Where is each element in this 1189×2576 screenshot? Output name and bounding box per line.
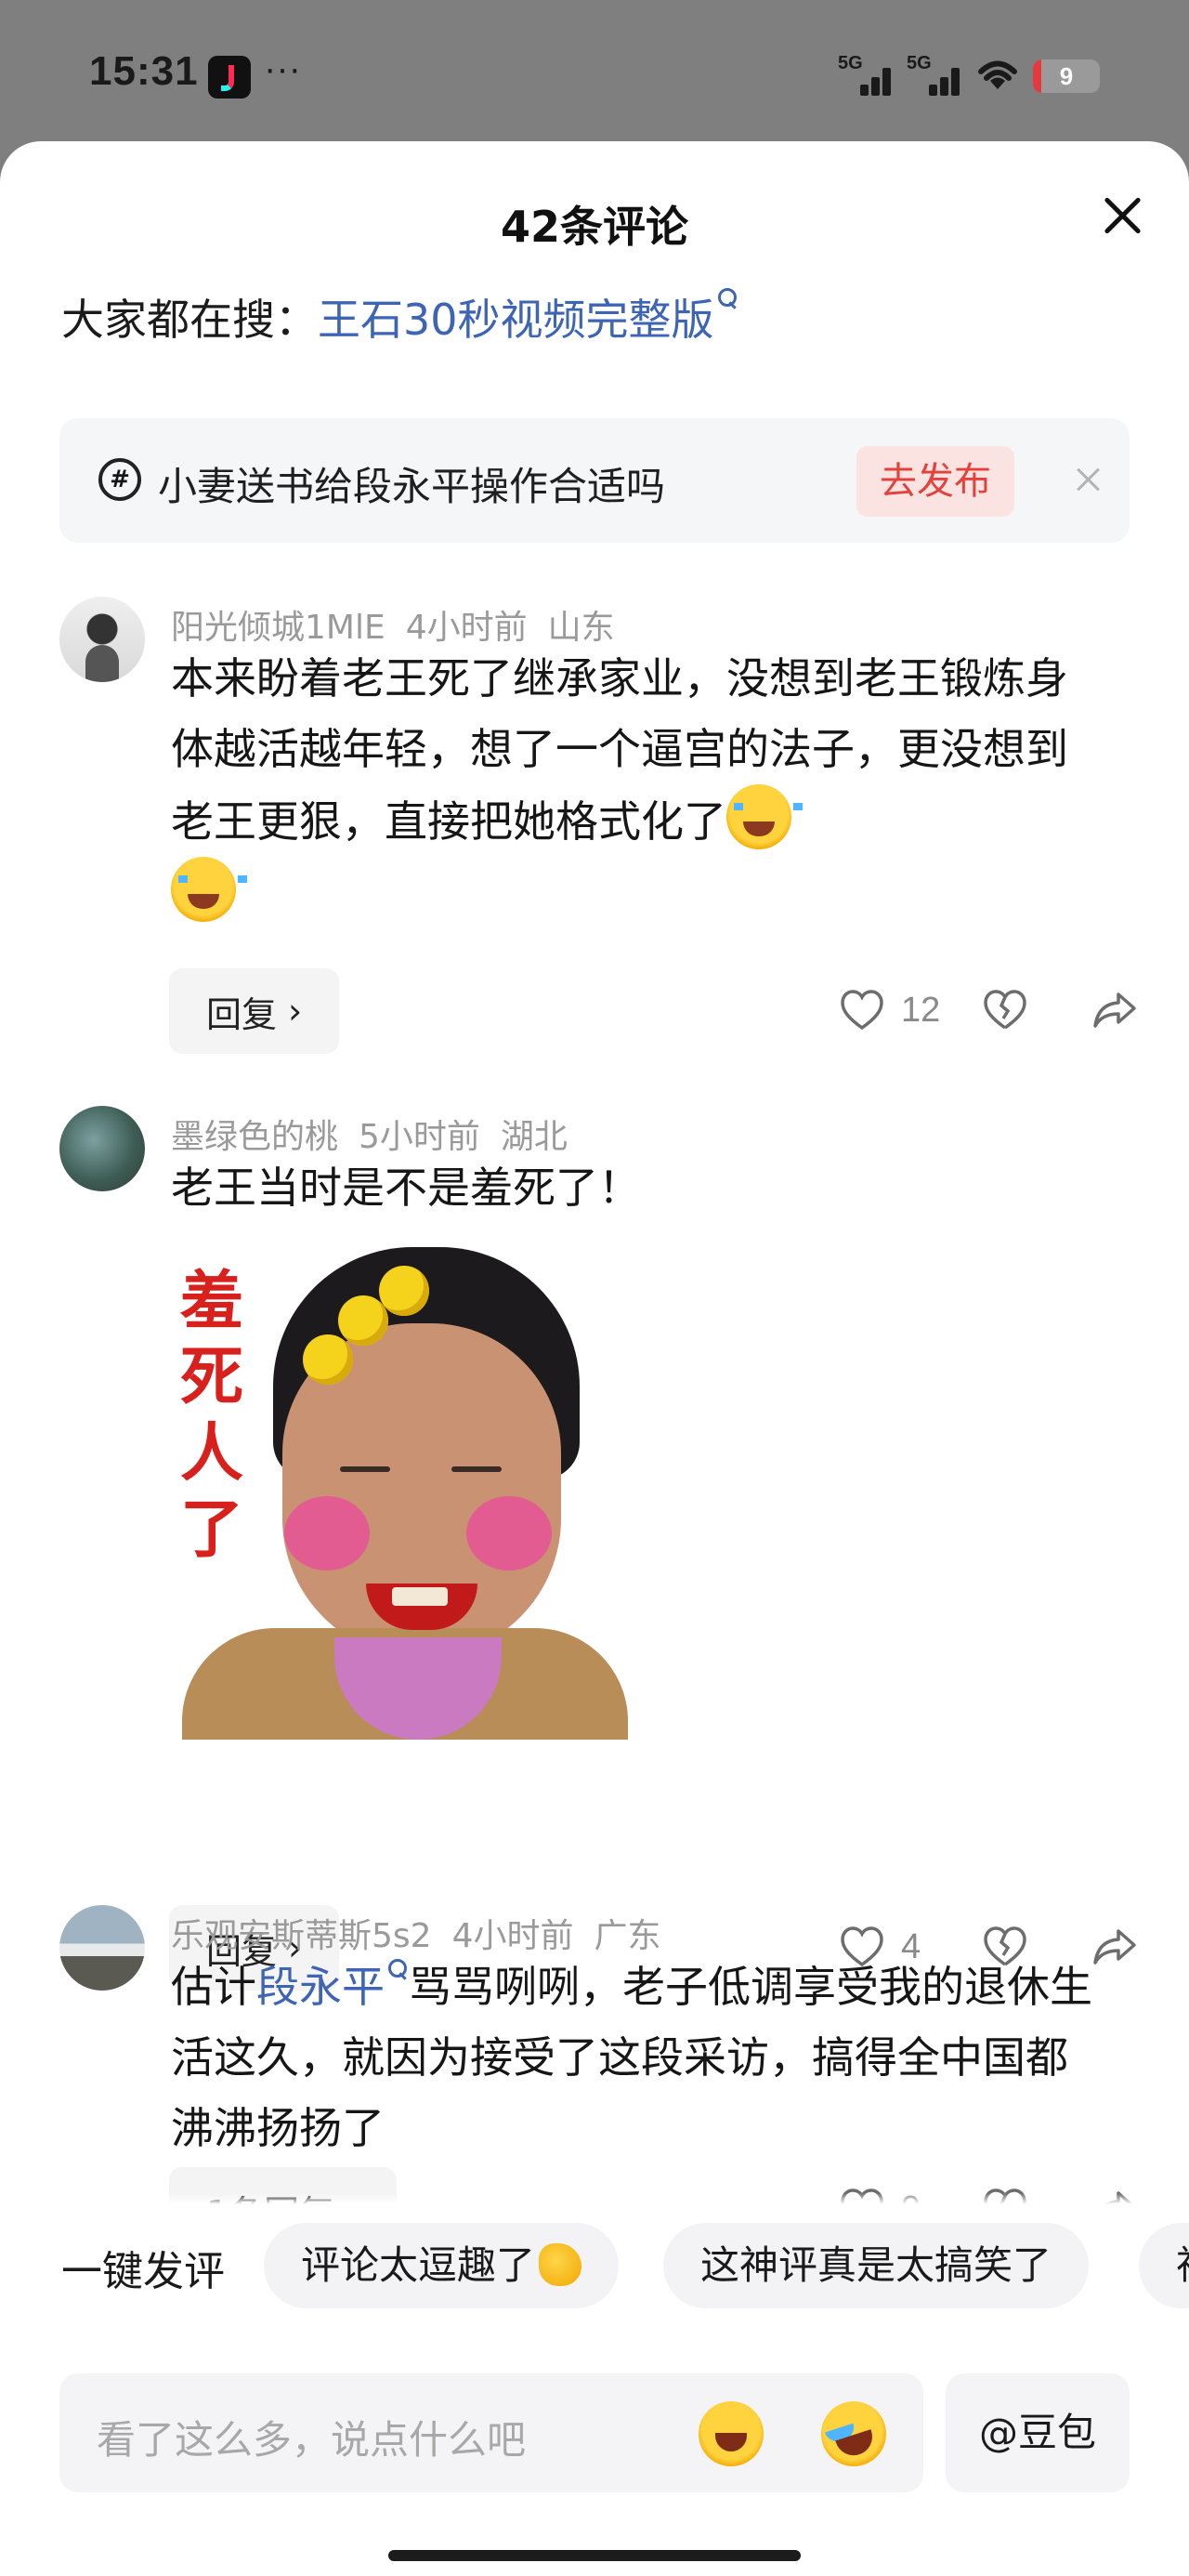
trending-label: 大家都在搜： bbox=[61, 295, 318, 345]
reply-button[interactable]: 回复 › bbox=[169, 968, 340, 1054]
flower-icon bbox=[379, 1266, 429, 1316]
comment-time: 5小时前 bbox=[359, 1118, 480, 1156]
quick-comment-chip[interactable]: 神 bbox=[1139, 2223, 1189, 2308]
comment-text: 本来盼着老王死了继承家业，没想到老王锻炼身体越活越年轻，想了一个逼宫的法子，更没… bbox=[171, 643, 1100, 929]
comment-time: 4小时前 bbox=[405, 609, 528, 647]
quick-comment-row: 一键发评 评论太逗趣了 这神评真是太搞笑了 神 bbox=[0, 2204, 1189, 2334]
comment-input[interactable]: 看了这么多，说点什么吧 bbox=[59, 2373, 923, 2492]
like-count: 12 bbox=[901, 990, 941, 1030]
chevron-right-icon: › bbox=[288, 991, 303, 1032]
avatar[interactable] bbox=[59, 1106, 145, 1191]
like-button[interactable]: 12 bbox=[840, 989, 966, 1032]
scroll-fade bbox=[0, 2193, 1189, 2204]
tiktok-notification-icon bbox=[208, 56, 251, 99]
signal-icon-1: 5G bbox=[838, 53, 894, 99]
battery-level-text: 9 bbox=[1059, 61, 1074, 90]
close-icon[interactable] bbox=[1094, 188, 1150, 243]
comment-location: 广东 bbox=[594, 1917, 661, 1955]
signal-icon-2: 5G bbox=[907, 53, 962, 99]
meme-eye bbox=[451, 1466, 502, 1472]
status-time: 15:31 bbox=[89, 48, 199, 94]
chip-label: 神 bbox=[1176, 2242, 1189, 2288]
trending-query-link[interactable]: 王石30秒视频完整版 bbox=[318, 286, 714, 348]
topic-text[interactable]: 小妻送书给段永平操作合适吗 bbox=[158, 455, 665, 512]
hashtag-icon: # bbox=[98, 458, 141, 501]
quick-comment-chip[interactable]: 这神评真是太搞笑了 bbox=[663, 2223, 1090, 2308]
avatar[interactable] bbox=[59, 597, 145, 682]
comment-input-placeholder: 看了这么多，说点什么吧 bbox=[97, 2417, 527, 2463]
quick-comment-chip[interactable]: 评论太逗趣了 bbox=[264, 2223, 620, 2308]
rofl-emoji-icon[interactable] bbox=[812, 2392, 895, 2476]
comment-text: 估计段永平 骂骂咧咧，老子低调享受我的退休生活这久，就因为接受了这段采访，搞得全中… bbox=[171, 1952, 1100, 2163]
mention-doubao-button[interactable]: @豆包 bbox=[946, 2373, 1130, 2492]
meme-cheek bbox=[466, 1496, 552, 1571]
reply-label: 回复 bbox=[206, 993, 278, 1035]
comment-meta: 阳光倾城1MlE 4小时前 山东 bbox=[171, 600, 635, 649]
quick-comment-label: 一键发评 bbox=[61, 2248, 225, 2295]
comment-body: 本来盼着老王死了继承家业，没想到老王锻炼身体越活越年轻，想了一个逼宫的法子，更没… bbox=[171, 653, 1068, 847]
chip-label: 评论太逗趣了 bbox=[301, 2242, 536, 2288]
trending-search: 大家都在搜： 王石30秒视频完整版 bbox=[61, 286, 738, 348]
home-indicator[interactable] bbox=[388, 2550, 801, 2561]
laugh-emoji-icon bbox=[171, 857, 247, 922]
heart-icon bbox=[840, 989, 884, 1032]
broken-heart-icon[interactable] bbox=[983, 989, 1027, 1032]
comments-sheet: 42条评论 大家都在搜： 王石30秒视频完整版 # 小妻送书给段永平操作合适吗 … bbox=[0, 141, 1189, 2576]
username[interactable]: 阳光倾城1MlE bbox=[171, 609, 385, 647]
more-notifications-icon: ··· bbox=[264, 48, 301, 89]
mention-link[interactable]: 段永平 bbox=[256, 1962, 385, 2012]
battery-icon: 9 bbox=[1033, 59, 1100, 93]
comment-meta: 墨绿色的桃 5小时前 湖北 bbox=[171, 1110, 588, 1158]
meme-image[interactable]: 羞死人了 bbox=[173, 1238, 637, 1740]
meme-teeth bbox=[392, 1587, 448, 1606]
clap-emoji-icon bbox=[539, 2243, 582, 2286]
comments-title: 42条评论 bbox=[500, 202, 688, 252]
username[interactable]: 墨绿色的桃 bbox=[171, 1118, 338, 1156]
status-indicators: 5G 5G 9 bbox=[838, 52, 1100, 100]
comment-input-row: 看了这么多，说点什么吧 @豆包 bbox=[0, 2373, 1189, 2522]
close-icon[interactable] bbox=[1063, 453, 1115, 506]
comment-meta: 乐观安斯蒂斯5s2 4小时前 广东 bbox=[171, 1909, 682, 1957]
comment-location: 湖北 bbox=[500, 1118, 568, 1156]
meme-eye bbox=[340, 1466, 390, 1472]
username[interactable]: 乐观安斯蒂斯5s2 bbox=[171, 1917, 432, 1955]
topic-suggestion-bar: # 小妻送书给段永平操作合适吗 去发布 bbox=[59, 418, 1130, 543]
flower-icon bbox=[303, 1334, 353, 1385]
status-bar: 15:31 ··· 5G 5G 9 bbox=[0, 0, 1189, 149]
meme-cheek bbox=[284, 1496, 370, 1571]
publish-button[interactable]: 去发布 bbox=[856, 446, 1014, 517]
meme-caption: 羞死人了 bbox=[180, 1265, 244, 1567]
search-icon bbox=[388, 1959, 409, 1987]
laugh-emoji-icon bbox=[726, 784, 803, 849]
network-type-label: 5G bbox=[907, 53, 932, 73]
grin-emoji-icon[interactable] bbox=[699, 2401, 764, 2466]
comment-actions: 12 bbox=[840, 989, 1137, 1032]
comment-location: 山东 bbox=[547, 609, 615, 647]
chip-label: 这神评真是太搞笑了 bbox=[700, 2242, 1052, 2288]
comment-text: 老王当时是不是羞死了！ bbox=[171, 1163, 641, 1213]
search-icon bbox=[717, 288, 738, 316]
flower-icon bbox=[338, 1295, 388, 1346]
network-type-label: 5G bbox=[838, 53, 863, 73]
avatar[interactable] bbox=[59, 1905, 145, 1991]
comment-body: 估计 bbox=[171, 1962, 256, 2012]
comment-time: 4小时前 bbox=[451, 1917, 574, 1955]
share-icon[interactable] bbox=[1092, 989, 1137, 1032]
wifi-icon bbox=[975, 56, 1020, 98]
